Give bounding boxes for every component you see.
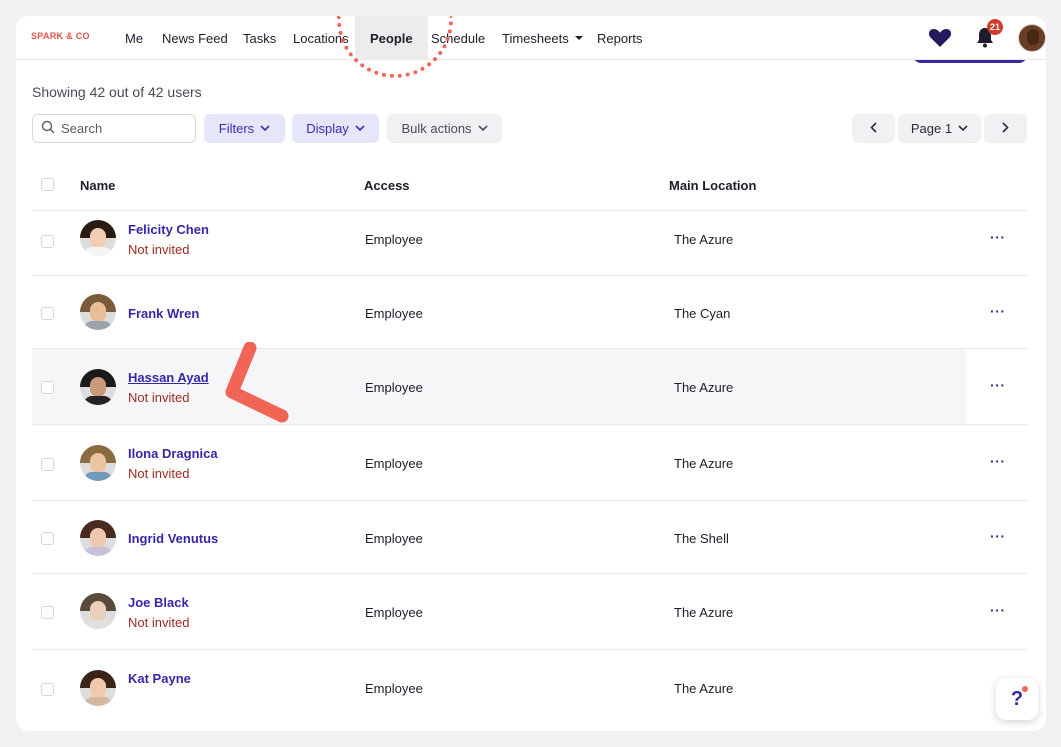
caret-down-icon [574, 36, 583, 40]
row-checkbox[interactable] [41, 307, 54, 320]
location-cell: The Azure [674, 681, 734, 696]
nav-item-timesheets[interactable]: Timesheets [502, 16, 583, 60]
access-cell: Employee [365, 380, 423, 395]
bulk-actions-label: Bulk actions [401, 121, 472, 136]
row-checkbox[interactable] [41, 606, 54, 619]
bulk-actions-button[interactable]: Bulk actions [387, 114, 502, 143]
avatar [80, 520, 116, 556]
avatar [80, 670, 116, 706]
more-icon[interactable]: ··· [990, 303, 1006, 319]
more-icon[interactable]: ··· [990, 377, 1006, 393]
chevron-left-icon [870, 121, 877, 136]
row-checkbox[interactable] [41, 381, 54, 394]
nav-item-people[interactable]: People [355, 16, 428, 60]
invite-status: Not invited [128, 466, 190, 481]
avatar [80, 593, 116, 629]
filters-button[interactable]: Filters [204, 114, 285, 143]
brand-logo[interactable]: SPARK & CO [31, 31, 90, 41]
help-notification-dot [1022, 686, 1028, 692]
nav-item-news-feed[interactable]: News Feed [162, 16, 228, 60]
access-cell: Employee [365, 531, 423, 546]
prev-page-button[interactable] [852, 114, 895, 143]
user-name-link[interactable]: Kat Payne [128, 671, 191, 686]
table-row[interactable]: Felicity Chen Not invited Employee The A… [32, 210, 1028, 276]
notification-badge: 21 [987, 19, 1003, 35]
invite-status: Not invited [128, 390, 190, 405]
avatar [80, 220, 116, 256]
more-icon[interactable]: ··· [990, 528, 1006, 544]
row-checkbox[interactable] [41, 683, 54, 696]
user-name-link[interactable]: Ilona Dragnica [128, 446, 218, 461]
page-select[interactable]: Page 1 [898, 114, 981, 143]
table-row[interactable]: Frank Wren Employee The Cyan ··· [32, 275, 1028, 349]
more-icon[interactable]: ··· [990, 229, 1006, 245]
top-nav: SPARK & CO Me News Feed Tasks Locations … [16, 16, 1046, 60]
table-row[interactable]: Ilona Dragnica Not invited Employee The … [32, 424, 1028, 500]
table-row[interactable]: Ingrid Venutus Employee The Shell ··· [32, 500, 1028, 573]
search-input[interactable] [61, 121, 181, 136]
chevron-down-icon [477, 123, 488, 134]
location-cell: The Azure [674, 380, 734, 395]
nav-item-locations[interactable]: Locations [293, 16, 349, 60]
user-name-link[interactable]: Hassan Ayad [128, 370, 209, 385]
location-cell: The Azure [674, 232, 734, 247]
search-field[interactable] [32, 114, 196, 143]
chevron-right-icon [1002, 121, 1009, 136]
location-cell: The Azure [674, 456, 734, 471]
chevron-down-icon [355, 123, 365, 134]
invite-status: Not invited [128, 242, 190, 257]
column-header-access[interactable]: Access [364, 178, 410, 193]
user-name-link[interactable]: Joe Black [128, 595, 189, 610]
access-cell: Employee [365, 306, 423, 321]
nav-item-me[interactable]: Me [125, 16, 143, 60]
chevron-down-icon [958, 123, 968, 134]
location-cell: The Shell [674, 531, 729, 546]
table-row[interactable]: Joe Black Not invited Employee The Azure… [32, 573, 1028, 649]
row-checkbox[interactable] [41, 532, 54, 545]
access-cell: Employee [365, 605, 423, 620]
table-row[interactable]: Kat Payne Employee The Azure [32, 649, 1028, 731]
access-cell: Employee [365, 232, 423, 247]
next-page-button[interactable] [984, 114, 1027, 143]
heart-icon[interactable] [928, 28, 952, 53]
nav-item-timesheets-label: Timesheets [502, 30, 569, 46]
row-checkbox[interactable] [41, 235, 54, 248]
app-frame: SPARK & CO Me News Feed Tasks Locations … [16, 16, 1046, 731]
user-name-link[interactable]: Ingrid Venutus [128, 531, 218, 546]
showing-count: Showing 42 out of 42 users [32, 84, 202, 100]
help-icon: ? [1010, 687, 1024, 710]
location-cell: The Cyan [674, 306, 731, 321]
column-header-name[interactable]: Name [80, 178, 115, 193]
user-name-link[interactable]: Felicity Chen [128, 222, 209, 237]
access-cell: Employee [365, 456, 423, 471]
display-button[interactable]: Display [292, 114, 379, 143]
avatar [80, 294, 116, 330]
user-name-link[interactable]: Frank Wren [128, 306, 199, 321]
select-all-checkbox[interactable] [41, 178, 54, 191]
page-select-label: Page 1 [910, 121, 953, 136]
location-cell: The Azure [674, 605, 734, 620]
user-avatar[interactable] [1018, 24, 1046, 52]
more-icon[interactable]: ··· [990, 453, 1006, 469]
access-cell: Employee [365, 681, 423, 696]
nav-item-reports[interactable]: Reports [597, 16, 643, 60]
row-checkbox[interactable] [41, 458, 54, 471]
invite-status: Not invited [128, 615, 190, 630]
nav-item-schedule[interactable]: Schedule [431, 16, 485, 60]
avatar [80, 369, 116, 405]
avatar [80, 445, 116, 481]
display-label: Display [306, 121, 349, 136]
filters-label: Filters [218, 121, 255, 136]
column-header-location[interactable]: Main Location [669, 178, 756, 193]
help-button[interactable]: ? [996, 678, 1038, 720]
nav-item-tasks[interactable]: Tasks [243, 16, 276, 60]
table-row[interactable]: Hassan Ayad Not invited Employee The Azu… [32, 348, 1028, 424]
more-icon[interactable]: ··· [990, 602, 1006, 618]
chevron-down-icon [260, 123, 270, 134]
search-icon [41, 120, 55, 137]
